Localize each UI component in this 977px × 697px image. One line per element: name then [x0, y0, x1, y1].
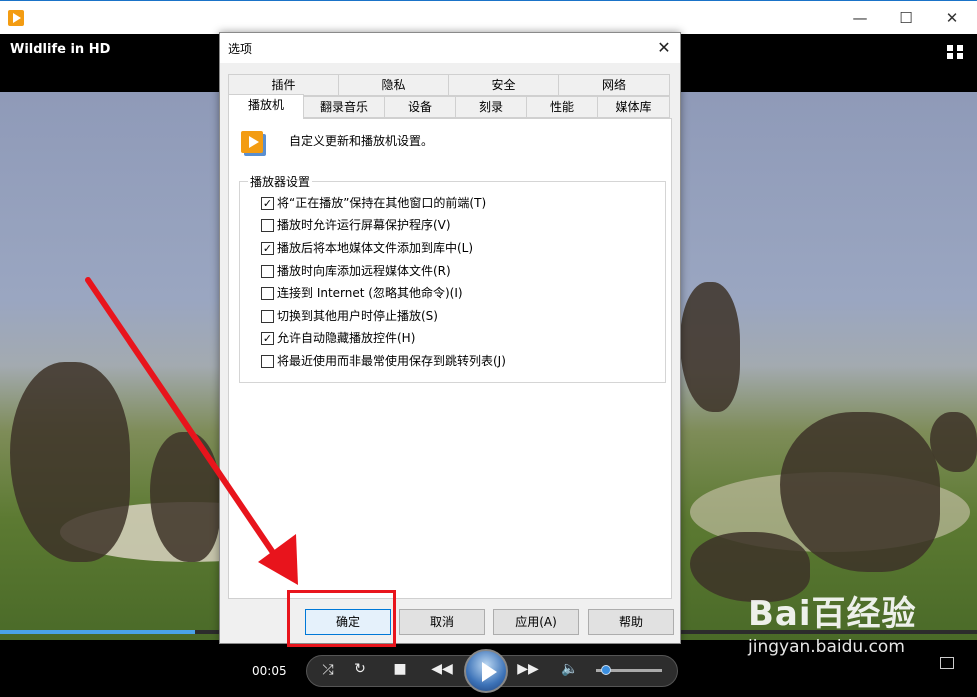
fullscreen-icon[interactable] — [940, 657, 954, 669]
player-tab-panel: 自定义更新和播放机设置。 播放器设置 ✓ 将“正在播放”保持在其他窗口的前端(T… — [228, 118, 672, 599]
elapsed-time: 00:05 — [252, 664, 287, 678]
help-button[interactable]: 帮助 — [588, 609, 674, 635]
checkbox[interactable] — [261, 355, 274, 368]
video-title: Wildlife in HD — [10, 42, 111, 57]
checkbox[interactable] — [261, 265, 274, 278]
video-scene-bird — [930, 412, 977, 472]
tab-rip-music[interactable]: 翻录音乐 — [303, 96, 385, 118]
repeat-icon[interactable]: ↻ — [350, 661, 370, 677]
group-label: 播放器设置 — [248, 173, 313, 190]
checkbox[interactable] — [261, 287, 274, 300]
tab-devices[interactable]: 设备 — [384, 96, 456, 118]
video-scene-bird — [680, 282, 740, 412]
tab-plugins[interactable]: 插件 — [228, 74, 339, 96]
option-label: 允许自动隐藏播放控件(H) — [277, 331, 416, 345]
maximize-button[interactable]: ☐ — [886, 5, 926, 31]
baidu-watermark: Bai百经验 jingyan.baidu.com — [748, 586, 917, 657]
option-label: 播放后将本地媒体文件添加到库中(L) — [277, 241, 474, 255]
tab-player[interactable]: 播放机 — [228, 94, 304, 119]
media-player-icon — [8, 10, 24, 26]
tab-row-bottom: 播放机 翻录音乐 设备 刻录 性能 媒体库 — [228, 94, 670, 119]
watermark-url: jingyan.baidu.com — [748, 637, 905, 657]
video-scene-bird — [10, 362, 130, 562]
shuffle-icon[interactable]: ⤮ — [318, 662, 338, 678]
tab-library[interactable]: 媒体库 — [597, 96, 670, 118]
stop-icon[interactable]: ■ — [390, 661, 410, 677]
option-label: 播放时允许运行屏幕保护程序(V) — [277, 218, 451, 232]
checkbox[interactable]: ✓ — [261, 242, 274, 255]
checkbox[interactable] — [261, 310, 274, 323]
annotation-highlight-box — [287, 590, 396, 647]
option-label: 将最近使用而非最常使用保存到跳转列表(J) — [277, 354, 506, 368]
checkbox[interactable]: ✓ — [261, 197, 274, 210]
checkbox[interactable]: ✓ — [261, 332, 274, 345]
previous-icon[interactable]: ◀◀ — [424, 661, 460, 677]
volume-icon[interactable]: 🔈 — [560, 661, 580, 677]
panel-description: 自定义更新和播放机设置。 — [289, 134, 434, 148]
watermark-brand: Bai百经验 — [748, 594, 917, 634]
volume-slider-knob[interactable] — [600, 665, 611, 675]
dialog-title: 选项 — [228, 42, 253, 56]
tab-performance[interactable]: 性能 — [526, 96, 598, 118]
option-label: 切换到其他用户时停止播放(S) — [277, 309, 438, 323]
close-window-button[interactable]: ✕ — [932, 5, 972, 31]
seek-bar-progress — [0, 630, 196, 634]
tab-burn[interactable]: 刻录 — [455, 96, 527, 118]
dialog-close-button[interactable]: ✕ — [650, 35, 678, 61]
minimize-button[interactable]: — — [840, 5, 880, 31]
cancel-button[interactable]: 取消 — [399, 609, 485, 635]
dialog-titlebar: 选项 ✕ — [220, 33, 680, 63]
checkbox[interactable] — [261, 219, 274, 232]
option-label: 将“正在播放”保持在其他窗口的前端(T) — [277, 196, 487, 210]
apply-button[interactable]: 应用(A) — [493, 609, 579, 635]
media-player-icon — [241, 131, 266, 156]
options-dialog: 选项 ✕ 插件 隐私 安全 网络 播放机 翻录音乐 设备 刻录 性能 媒体库 自… — [219, 32, 681, 644]
play-button[interactable] — [464, 649, 508, 693]
player-settings-group: 播放器设置 ✓ 将“正在播放”保持在其他窗口的前端(T) 播放时允许运行屏幕保护… — [239, 173, 666, 383]
switch-to-library-icon[interactable] — [946, 44, 964, 60]
option-label: 播放时向库添加远程媒体文件(R) — [277, 264, 451, 278]
tab-row-top: 插件 隐私 安全 网络 — [228, 74, 670, 96]
tab-privacy[interactable]: 隐私 — [338, 74, 449, 96]
window-titlebar: — ☐ ✕ — [0, 0, 977, 34]
volume-slider[interactable] — [596, 665, 662, 675]
next-icon[interactable]: ▶▶ — [510, 661, 546, 677]
option-label: 连接到 Internet (忽略其他命令)(I) — [277, 286, 463, 300]
tab-network[interactable]: 网络 — [558, 74, 670, 96]
tab-security[interactable]: 安全 — [448, 74, 559, 96]
